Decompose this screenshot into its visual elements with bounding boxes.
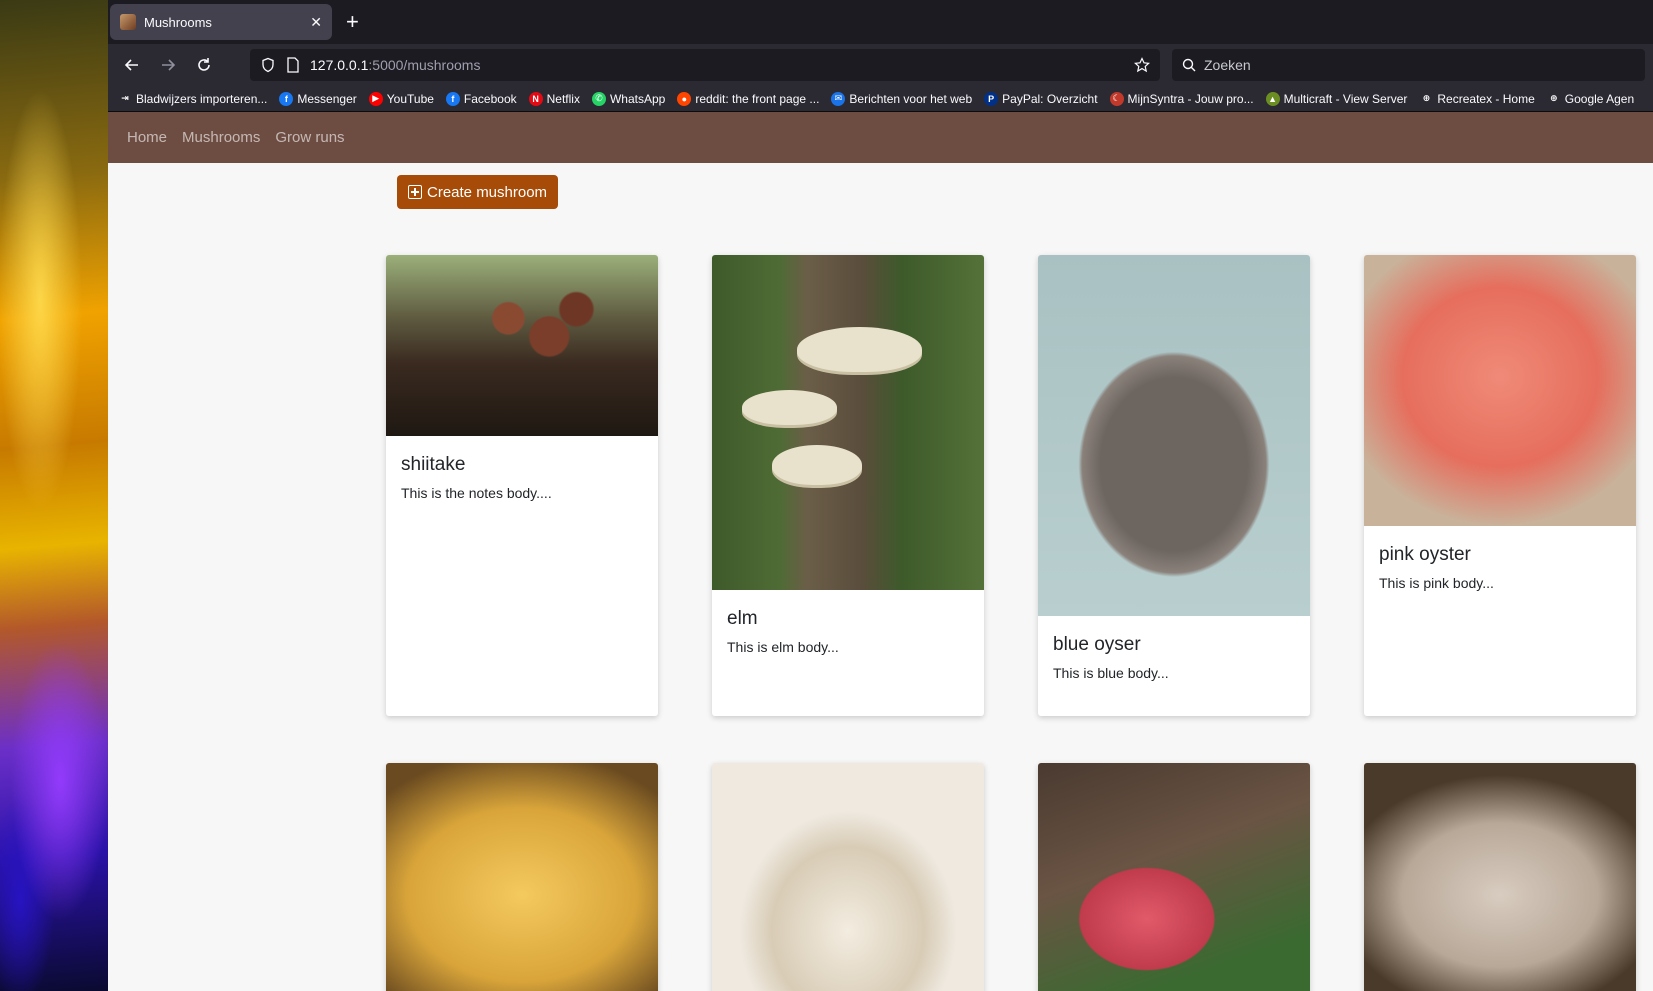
arrow-right-icon [162, 59, 176, 71]
bookmark-item[interactable]: ⊕ Google Agen [1546, 91, 1635, 106]
bookmark-item[interactable]: ▶ YouTube [368, 91, 434, 106]
bookmark-item[interactable]: ✉ Berichten voor het web [831, 91, 973, 106]
bookmark-label: MijnSyntra - Jouw pro... [1127, 91, 1254, 106]
new-tab-button[interactable]: + [346, 11, 359, 33]
card-text: This is blue body... [1053, 665, 1169, 681]
bookmark-label: reddit: the front page ... [695, 91, 820, 106]
pink-oyster-image [1364, 255, 1636, 526]
bookmark-label: Messenger [297, 91, 357, 106]
bookmark-item[interactable]: P PayPal: Overzicht [984, 91, 1098, 106]
arrow-left-icon [124, 59, 138, 71]
import-icon: ⇥ [118, 91, 132, 106]
mushroom-card[interactable] [712, 763, 984, 991]
mushroom-card[interactable] [386, 763, 658, 991]
card-text: This is pink body... [1379, 575, 1494, 591]
navigation-bar: 127.0.0.1:5000/mushrooms Zoeken [108, 44, 1653, 86]
tab-mushrooms[interactable]: Mushrooms ✕ [110, 4, 332, 40]
reload-button[interactable] [188, 49, 220, 81]
mushroom-card[interactable]: blue oyser This is blue body... [1038, 255, 1310, 716]
bookmark-item[interactable]: ☾ MijnSyntra - Jouw pro... [1109, 91, 1254, 106]
shiitake-image [386, 255, 658, 436]
search-icon [1182, 58, 1196, 72]
close-icon[interactable]: ✕ [310, 14, 322, 31]
bookmark-label: Google Agen [1564, 91, 1635, 106]
bookmark-item[interactable]: ▲ Multicraft - View Server [1265, 91, 1408, 106]
card-title: shiitake [401, 454, 466, 475]
bookmark-label: Facebook [463, 91, 517, 106]
globe-icon: ⊕ [1546, 91, 1561, 106]
card-text: This is the notes body.... [401, 485, 552, 501]
back-button[interactable] [116, 49, 148, 81]
reddit-icon: ● [677, 91, 692, 106]
messages-icon: ✉ [831, 91, 846, 106]
bookmark-item[interactable]: ⇥ Bladwijzers importeren... [118, 91, 268, 106]
app-navbar: Home Mushrooms Grow runs [108, 112, 1653, 163]
desktop-wallpaper [0, 0, 108, 991]
yellow-oyster-image [386, 763, 658, 991]
bookmark-label: Recreatex - Home [1437, 91, 1535, 106]
card-title: elm [727, 608, 758, 629]
mushroom-card[interactable] [1364, 763, 1636, 991]
page-icon [287, 57, 299, 73]
whatsapp-icon: ✆ [591, 91, 606, 106]
url-bar[interactable]: 127.0.0.1:5000/mushrooms [250, 49, 1160, 81]
tab-strip: Mushrooms ✕ + [108, 0, 1653, 44]
forward-button[interactable] [152, 49, 184, 81]
facebook-icon: f [445, 91, 460, 106]
mushroom-card[interactable] [1038, 763, 1310, 991]
bookmark-item[interactable]: f Messenger [279, 91, 357, 106]
elm-image [712, 255, 984, 590]
browser-window: Mushrooms ✕ + 127.0.0.1:5000/mushrooms Z… [108, 0, 1653, 991]
mushroom-card[interactable]: shiitake This is the notes body.... [386, 255, 658, 716]
bookmark-label: Netflix [546, 91, 580, 106]
nav-mushrooms-link[interactable]: Mushrooms [182, 129, 260, 146]
lions-mane-image [712, 763, 984, 991]
blue-oyster-image [1038, 255, 1310, 616]
page-content: Create mushroom shiitake This is the not… [108, 163, 1653, 991]
nav-home-link[interactable]: Home [127, 129, 167, 146]
mushroom-favicon-icon [120, 14, 136, 30]
card-title: blue oyser [1053, 634, 1141, 655]
bookmark-label: Berichten voor het web [849, 91, 973, 106]
mushroom-card[interactable]: elm This is elm body... [712, 255, 984, 716]
netflix-icon: N [528, 91, 543, 106]
grey-oyster-image [1364, 763, 1636, 991]
bookmark-label: YouTube [386, 91, 434, 106]
syntra-icon: ☾ [1109, 91, 1124, 106]
card-title: pink oyster [1379, 544, 1471, 565]
bookmark-label: PayPal: Overzicht [1002, 91, 1098, 106]
bookmark-item[interactable]: ● reddit: the front page ... [677, 91, 820, 106]
reload-icon [198, 58, 210, 71]
bookmarks-toolbar: ⇥ Bladwijzers importeren... f Messenger ▶ You… [108, 86, 1653, 112]
nav-grow-runs-link[interactable]: Grow runs [275, 129, 344, 146]
bookmark-item[interactable]: ⊕ Recreatex - Home [1419, 91, 1535, 106]
bookmark-item[interactable]: ✆ WhatsApp [591, 91, 666, 106]
plus-square-icon [408, 185, 422, 199]
facebook-icon: f [279, 91, 294, 106]
bookmark-label: Bladwijzers importeren... [136, 91, 268, 106]
multicraft-icon: ▲ [1265, 91, 1280, 106]
search-bar[interactable]: Zoeken [1172, 49, 1645, 81]
tab-title: Mushrooms [144, 14, 212, 30]
youtube-icon: ▶ [368, 91, 383, 106]
bookmark-item[interactable]: N Netflix [528, 91, 580, 106]
mushroom-card[interactable]: pink oyster This is pink body... [1364, 255, 1636, 716]
url-text: 127.0.0.1:5000/mushrooms [310, 57, 481, 73]
red-mushroom-image [1038, 763, 1310, 991]
globe-icon: ⊕ [1419, 91, 1434, 106]
search-placeholder: Zoeken [1204, 57, 1251, 73]
bookmark-label: WhatsApp [609, 91, 666, 106]
create-mushroom-button[interactable]: Create mushroom [397, 175, 559, 209]
bookmark-label: Multicraft - View Server [1283, 91, 1408, 106]
card-text: This is elm body... [727, 639, 839, 655]
paypal-icon: P [984, 91, 999, 106]
star-icon[interactable] [1134, 57, 1150, 73]
shield-icon [262, 57, 274, 73]
bookmark-item[interactable]: f Facebook [445, 91, 517, 106]
create-mushroom-label: Create mushroom [427, 183, 548, 201]
